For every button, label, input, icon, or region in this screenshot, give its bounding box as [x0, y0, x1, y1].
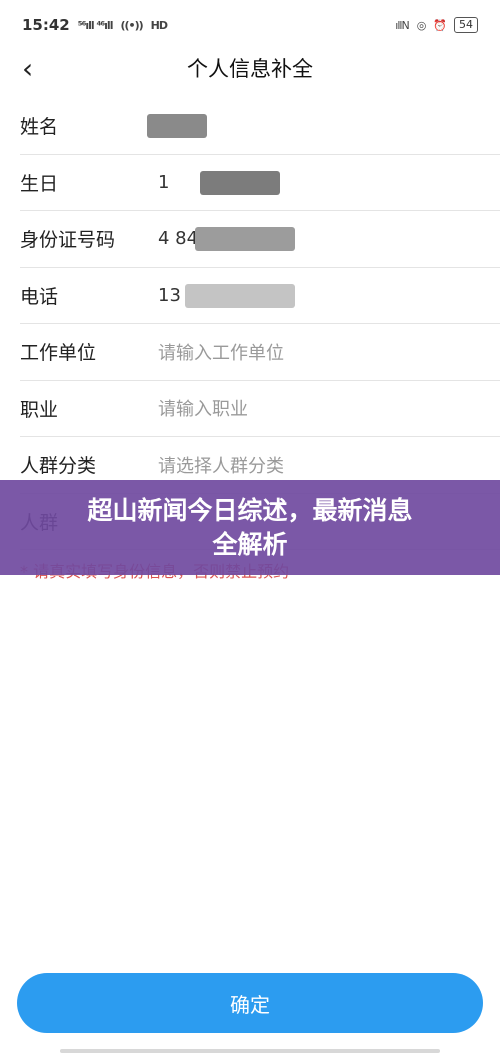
- birthday-value: 1: [158, 171, 170, 193]
- back-arrow-icon[interactable]: ‹: [22, 52, 33, 85]
- name-label: 姓名: [20, 116, 59, 139]
- status-bar: 15:42 ⁵⁶ıll ⁴⁶ıll ((•)) HD ıllN ◎ ⏰ 54: [0, 0, 500, 50]
- birthday-label: 生日: [20, 172, 59, 195]
- phone-label: 电话: [20, 285, 59, 308]
- page-header: ‹ 个人信息补全: [0, 48, 500, 88]
- workplace-input[interactable]: 请输入工作单位: [158, 339, 284, 365]
- status-right: ıllN ◎ ⏰ 54: [395, 17, 478, 33]
- banner-line-1: 超山新闻今日综述，最新消息: [87, 495, 413, 525]
- workplace-label: 工作单位: [20, 342, 97, 365]
- id-value: 4 84: [158, 228, 199, 250]
- birthday-redacted: [200, 170, 280, 195]
- alarm-icon: ⏰: [433, 18, 447, 32]
- confirm-button[interactable]: 确定: [17, 973, 483, 1033]
- name-redacted: [147, 114, 207, 138]
- form-row-phone[interactable]: 电话 13: [20, 268, 500, 324]
- battery-icon: 54: [454, 17, 478, 33]
- page-title: 个人信息补全: [187, 57, 313, 81]
- form-row-id[interactable]: 身份证号码 4 84: [20, 211, 500, 268]
- form-row-occupation[interactable]: 职业 请输入职业: [20, 381, 500, 437]
- hd-icon: HD: [150, 18, 168, 32]
- id-redacted: [195, 227, 295, 251]
- news-banner: 超山新闻今日综述，最新消息 全解析: [0, 480, 500, 575]
- form-row-workplace[interactable]: 工作单位 请输入工作单位: [20, 324, 500, 381]
- form-row-birthday[interactable]: 生日 1: [20, 155, 500, 211]
- status-time: 15:42: [22, 16, 70, 34]
- nfc-icon: ıllN: [395, 18, 409, 32]
- group-label: 人群分类: [20, 455, 97, 478]
- id-label: 身份证号码: [20, 229, 116, 252]
- phone-value: 13: [158, 284, 181, 306]
- banner-line-2: 全解析: [212, 529, 288, 559]
- form-row-name[interactable]: 姓名: [20, 98, 500, 155]
- location-icon: ◎: [416, 18, 427, 32]
- phone-redacted: [185, 283, 295, 308]
- group-select[interactable]: 请选择人群分类: [158, 452, 284, 478]
- status-left: 15:42 ⁵⁶ıll ⁴⁶ıll ((•)) HD: [22, 16, 168, 34]
- home-indicator: [60, 1049, 440, 1053]
- wifi-icon: ((•)): [120, 18, 143, 32]
- occupation-label: 职业: [20, 398, 59, 421]
- signal-icon: ⁵⁶ıll ⁴⁶ıll: [77, 18, 114, 32]
- occupation-input[interactable]: 请输入职业: [158, 395, 248, 421]
